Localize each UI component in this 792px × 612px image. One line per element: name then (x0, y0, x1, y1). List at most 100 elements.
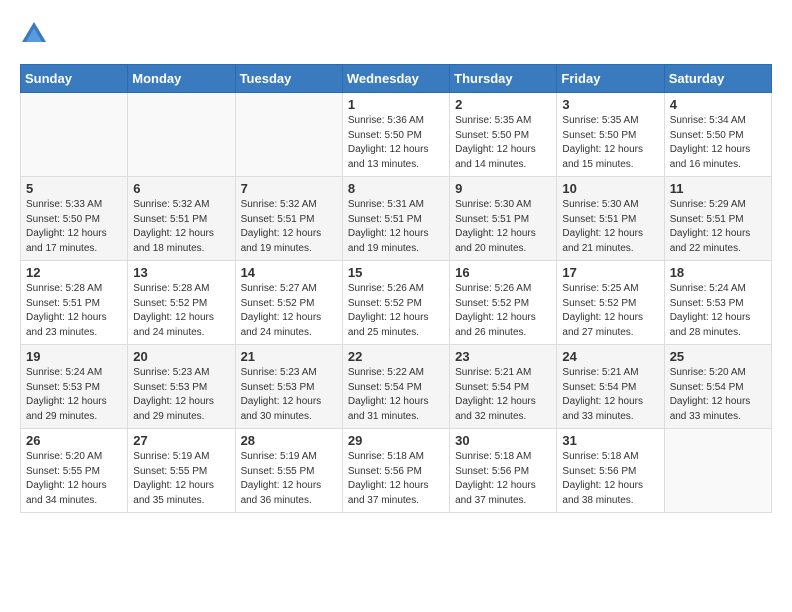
day-number: 14 (241, 265, 337, 280)
day-info: Sunrise: 5:22 AM Sunset: 5:54 PM Dayligh… (348, 366, 444, 424)
calendar-cell: 21 Sunrise: 5:23 AM Sunset: 5:53 PM Dayli… (235, 345, 342, 429)
day-number: 6 (133, 181, 229, 196)
day-number: 19 (26, 349, 122, 364)
day-info: Sunrise: 5:31 AM Sunset: 5:51 PM Dayligh… (348, 198, 444, 256)
day-info: Sunrise: 5:20 AM Sunset: 5:55 PM Dayligh… (26, 450, 122, 508)
calendar-week-row: 19 Sunrise: 5:24 AM Sunset: 5:53 PM Dayli… (21, 345, 772, 429)
calendar-cell: 2 Sunrise: 5:35 AM Sunset: 5:50 PM Daylig… (450, 93, 557, 177)
calendar-table: SundayMondayTuesdayWednesdayThursdayFrid… (20, 64, 772, 513)
day-number: 23 (455, 349, 551, 364)
calendar-cell: 30 Sunrise: 5:18 AM Sunset: 5:56 PM Dayli… (450, 429, 557, 513)
day-number: 3 (562, 97, 658, 112)
day-info: Sunrise: 5:18 AM Sunset: 5:56 PM Dayligh… (562, 450, 658, 508)
day-number: 18 (670, 265, 766, 280)
calendar-cell: 24Sunrise: 5:21 AM Sunset: 5:54 PM Dayli… (557, 345, 664, 429)
day-header: Tuesday (235, 65, 342, 93)
day-info: Sunrise: 5:27 AM Sunset: 5:52 PM Dayligh… (241, 282, 337, 340)
calendar-cell: 17 Sunrise: 5:25 AM Sunset: 5:52 PM Dayli… (557, 261, 664, 345)
day-info: Sunrise: 5:19 AM Sunset: 5:55 PM Dayligh… (241, 450, 337, 508)
day-number: 2 (455, 97, 551, 112)
calendar-cell: 23 Sunrise: 5:21 AM Sunset: 5:54 PM Dayli… (450, 345, 557, 429)
day-info: Sunrise: 5:26 AM Sunset: 5:52 PM Dayligh… (455, 282, 551, 340)
calendar-cell: 4 Sunrise: 5:34 AM Sunset: 5:50 PM Daylig… (664, 93, 771, 177)
calendar-cell: 13Sunrise: 5:28 AM Sunset: 5:52 PM Dayli… (128, 261, 235, 345)
calendar-cell: 6 Sunrise: 5:32 AM Sunset: 5:51 PM Daylig… (128, 177, 235, 261)
day-number: 26 (26, 433, 122, 448)
calendar-cell: 22 Sunrise: 5:22 AM Sunset: 5:54 PM Dayli… (342, 345, 449, 429)
calendar-cell (664, 429, 771, 513)
day-header: Friday (557, 65, 664, 93)
calendar-cell (128, 93, 235, 177)
day-info: Sunrise: 5:18 AM Sunset: 5:56 PM Dayligh… (455, 450, 551, 508)
calendar-cell (235, 93, 342, 177)
calendar-cell: 26 Sunrise: 5:20 AM Sunset: 5:55 PM Dayli… (21, 429, 128, 513)
calendar-cell: 16 Sunrise: 5:26 AM Sunset: 5:52 PM Dayli… (450, 261, 557, 345)
day-number: 20 (133, 349, 229, 364)
day-number: 1 (348, 97, 444, 112)
calendar-cell: 29Sunrise: 5:18 AM Sunset: 5:56 PM Dayli… (342, 429, 449, 513)
calendar-cell: 11 Sunrise: 5:29 AM Sunset: 5:51 PM Dayli… (664, 177, 771, 261)
logo-icon (20, 20, 48, 48)
calendar-cell: 27Sunrise: 5:19 AM Sunset: 5:55 PM Dayli… (128, 429, 235, 513)
day-number: 31 (562, 433, 658, 448)
day-number: 10 (562, 181, 658, 196)
day-number: 5 (26, 181, 122, 196)
day-info: Sunrise: 5:32 AM Sunset: 5:51 PM Dayligh… (133, 198, 229, 256)
day-info: Sunrise: 5:21 AM Sunset: 5:54 PM Dayligh… (455, 366, 551, 424)
day-header: Sunday (21, 65, 128, 93)
calendar-cell: 10Sunrise: 5:30 AM Sunset: 5:51 PM Dayli… (557, 177, 664, 261)
page-header (20, 20, 772, 48)
day-info: Sunrise: 5:29 AM Sunset: 5:51 PM Dayligh… (670, 198, 766, 256)
calendar-cell: 25 Sunrise: 5:20 AM Sunset: 5:54 PM Dayli… (664, 345, 771, 429)
day-info: Sunrise: 5:24 AM Sunset: 5:53 PM Dayligh… (26, 366, 122, 424)
day-info: Sunrise: 5:20 AM Sunset: 5:54 PM Dayligh… (670, 366, 766, 424)
day-info: Sunrise: 5:23 AM Sunset: 5:53 PM Dayligh… (241, 366, 337, 424)
day-info: Sunrise: 5:18 AM Sunset: 5:56 PM Dayligh… (348, 450, 444, 508)
calendar-cell: 14 Sunrise: 5:27 AM Sunset: 5:52 PM Dayli… (235, 261, 342, 345)
calendar-cell: 20 Sunrise: 5:23 AM Sunset: 5:53 PM Dayli… (128, 345, 235, 429)
calendar-cell: 5 Sunrise: 5:33 AM Sunset: 5:50 PM Daylig… (21, 177, 128, 261)
day-info: Sunrise: 5:21 AM Sunset: 5:54 PM Dayligh… (562, 366, 658, 424)
calendar-week-row: 26 Sunrise: 5:20 AM Sunset: 5:55 PM Dayli… (21, 429, 772, 513)
day-info: Sunrise: 5:34 AM Sunset: 5:50 PM Dayligh… (670, 114, 766, 172)
calendar-cell: 1 Sunrise: 5:36 AM Sunset: 5:50 PM Daylig… (342, 93, 449, 177)
day-number: 12 (26, 265, 122, 280)
calendar-cell: 7Sunrise: 5:32 AM Sunset: 5:51 PM Daylig… (235, 177, 342, 261)
day-number: 17 (562, 265, 658, 280)
day-number: 27 (133, 433, 229, 448)
calendar-cell (21, 93, 128, 177)
day-header: Monday (128, 65, 235, 93)
day-header: Saturday (664, 65, 771, 93)
calendar-cell: 8 Sunrise: 5:31 AM Sunset: 5:51 PM Daylig… (342, 177, 449, 261)
logo (20, 20, 50, 48)
day-number: 30 (455, 433, 551, 448)
calendar-cell: 28Sunrise: 5:19 AM Sunset: 5:55 PM Dayli… (235, 429, 342, 513)
day-info: Sunrise: 5:28 AM Sunset: 5:52 PM Dayligh… (133, 282, 229, 340)
day-number: 9 (455, 181, 551, 196)
day-info: Sunrise: 5:28 AM Sunset: 5:51 PM Dayligh… (26, 282, 122, 340)
calendar-header-row: SundayMondayTuesdayWednesdayThursdayFrid… (21, 65, 772, 93)
calendar-cell: 9Sunrise: 5:30 AM Sunset: 5:51 PM Daylig… (450, 177, 557, 261)
day-info: Sunrise: 5:35 AM Sunset: 5:50 PM Dayligh… (562, 114, 658, 172)
calendar-cell: 18Sunrise: 5:24 AM Sunset: 5:53 PM Dayli… (664, 261, 771, 345)
day-number: 4 (670, 97, 766, 112)
day-number: 16 (455, 265, 551, 280)
day-number: 25 (670, 349, 766, 364)
day-header: Wednesday (342, 65, 449, 93)
calendar-cell: 19 Sunrise: 5:24 AM Sunset: 5:53 PM Dayli… (21, 345, 128, 429)
day-number: 11 (670, 181, 766, 196)
day-info: Sunrise: 5:25 AM Sunset: 5:52 PM Dayligh… (562, 282, 658, 340)
day-info: Sunrise: 5:36 AM Sunset: 5:50 PM Dayligh… (348, 114, 444, 172)
calendar-week-row: 12 Sunrise: 5:28 AM Sunset: 5:51 PM Dayli… (21, 261, 772, 345)
calendar-cell: 12 Sunrise: 5:28 AM Sunset: 5:51 PM Dayli… (21, 261, 128, 345)
day-number: 21 (241, 349, 337, 364)
calendar-cell: 3 Sunrise: 5:35 AM Sunset: 5:50 PM Daylig… (557, 93, 664, 177)
day-info: Sunrise: 5:32 AM Sunset: 5:51 PM Dayligh… (241, 198, 337, 256)
calendar-week-row: 1 Sunrise: 5:36 AM Sunset: 5:50 PM Daylig… (21, 93, 772, 177)
day-number: 15 (348, 265, 444, 280)
day-info: Sunrise: 5:35 AM Sunset: 5:50 PM Dayligh… (455, 114, 551, 172)
day-number: 22 (348, 349, 444, 364)
day-number: 8 (348, 181, 444, 196)
day-info: Sunrise: 5:23 AM Sunset: 5:53 PM Dayligh… (133, 366, 229, 424)
day-info: Sunrise: 5:33 AM Sunset: 5:50 PM Dayligh… (26, 198, 122, 256)
